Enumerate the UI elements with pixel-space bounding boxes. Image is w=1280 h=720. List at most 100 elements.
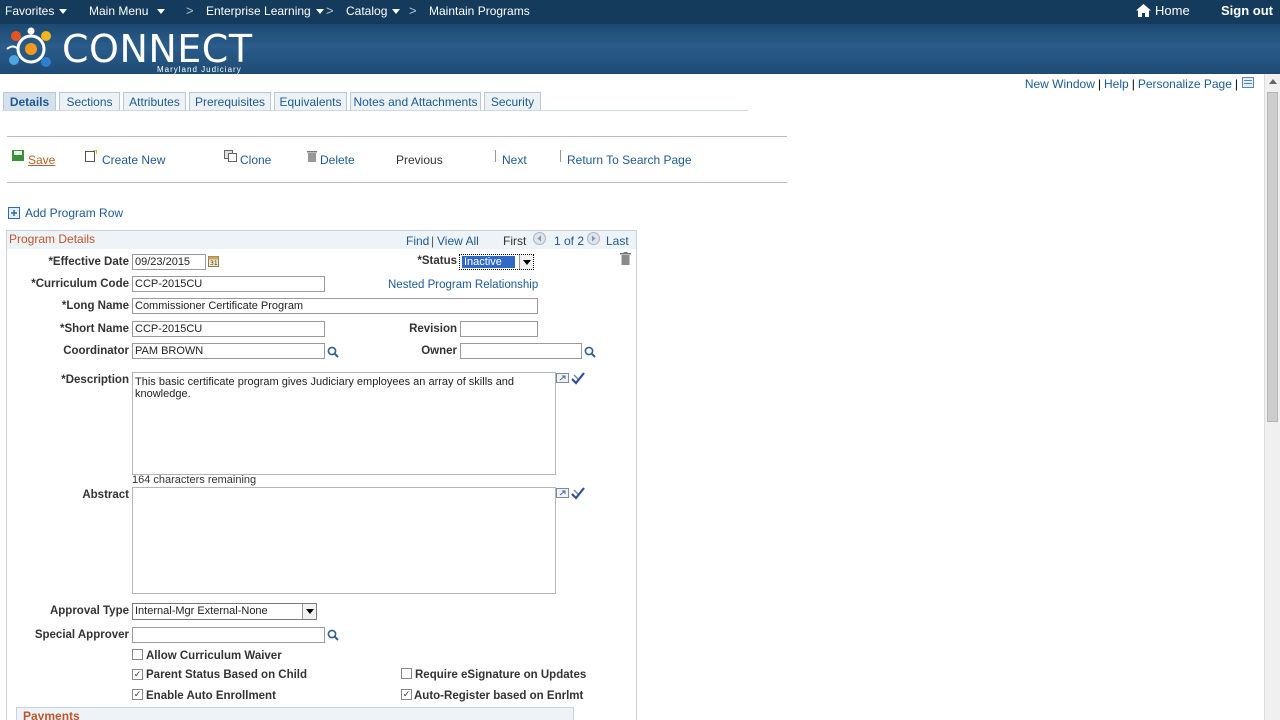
create-new-button[interactable]: Create New [85,150,166,167]
long-name-field[interactable]: Commissioner Certificate Program [132,298,538,314]
special-approver-lookup-icon[interactable] [327,629,339,641]
effective-date-label: *Effective Date [48,256,129,268]
chevron-down-icon [302,604,316,619]
characters-remaining-text: 164 characters remaining [132,474,257,486]
spell-check-icon[interactable] [571,487,585,500]
view-all-link[interactable]: View All [437,234,479,248]
parent-status-based-on-child-checkbox[interactable]: ✓ [132,669,143,680]
enterprise-learning-menu[interactable]: Enterprise Learning [206,4,324,18]
require-esignature-checkbox[interactable] [401,668,412,679]
tab-sections[interactable]: Sections [59,92,120,111]
header-links: New Window | Help | Personalize Page | [1022,77,1238,91]
chevron-down-icon [157,9,166,15]
tab-label: Security [490,95,535,109]
tab-security[interactable]: Security [484,92,541,111]
special-approver-field[interactable] [132,627,325,643]
page-layout-icon[interactable] [1242,77,1254,88]
coordinator-lookup-icon[interactable] [327,346,339,358]
first-link[interactable]: First [503,234,526,248]
favorites-menu[interactable]: Favorites [5,4,68,18]
tab-notes-and-attachments[interactable]: Notes and Attachments [350,92,481,111]
curriculum-code-field[interactable]: CCP-2015CU [132,276,325,292]
effective-date-field[interactable]: 09/23/2015 [132,254,206,270]
chevron-down-icon [519,255,533,269]
clone-button[interactable]: Clone [224,150,272,167]
short-name-label: *Short Name [59,323,129,335]
status-dropdown[interactable]: Inactive [459,254,534,270]
approval-type-value: Internal-Mgr External-None [135,605,268,617]
logo-subtitle: Maryland Judiciary [157,65,242,74]
auto-register-enrlmt-checkbox[interactable]: ✓ [401,689,412,700]
link-divider: | [1097,77,1101,91]
divider [7,182,787,183]
toolbar-divider [560,150,561,162]
add-program-row-label: Add Program Row [25,206,124,220]
owner-lookup-icon[interactable] [584,346,596,358]
svg-text:31: 31 [210,260,218,267]
long-name-label: *Long Name [61,300,129,312]
sign-out-link[interactable]: Sign out [1221,3,1273,18]
tab-attributes[interactable]: Attributes [123,92,186,111]
save-button[interactable]: Save [12,150,55,167]
next-row-icon[interactable] [587,232,600,245]
special-approver-label: Special Approver [34,629,129,641]
scroll-thumb[interactable] [1267,92,1278,422]
breadcrumb-maintain-programs[interactable]: Maintain Programs [429,4,530,18]
help-link[interactable]: Help [1104,77,1129,91]
home-link[interactable]: Home [1136,3,1190,18]
coordinator-label: Coordinator [63,345,129,357]
expand-textarea-icon[interactable] [556,488,570,499]
link-divider: | [1131,77,1135,91]
catalog-menu[interactable]: Catalog [346,4,401,18]
toolbar-divider [495,150,496,162]
payments-group: Payments [16,707,574,720]
calendar-icon[interactable]: 31 [208,255,219,267]
tab-divider [2,110,748,111]
clone-icon [224,150,237,162]
create-new-icon [85,150,97,162]
tab-equivalents[interactable]: Equivalents [274,92,347,111]
abstract-label: Abstract [82,489,129,501]
find-link[interactable]: Find [406,234,429,248]
delete-button[interactable]: Delete [307,150,355,167]
tab-prerequisites[interactable]: Prerequisites [189,92,271,111]
clone-label: Clone [240,153,272,167]
previous-button[interactable]: Previous [396,153,443,167]
allow-curriculum-waiver-label: Allow Curriculum Waiver [146,650,282,662]
delete-label: Delete [320,153,355,167]
new-window-link[interactable]: New Window [1025,77,1095,91]
main-menu[interactable]: Main Menu [89,4,166,18]
previous-row-icon[interactable] [533,232,546,245]
home-label: Home [1155,3,1190,18]
owner-field[interactable] [460,343,582,359]
chevron-down-icon [315,9,324,15]
link-divider: | [1234,77,1238,91]
abstract-textarea[interactable] [132,487,556,594]
allow-curriculum-waiver-checkbox[interactable] [132,649,143,660]
vertical-scrollbar[interactable] [1264,74,1280,720]
last-link[interactable]: Last [606,234,629,248]
personalize-page-link[interactable]: Personalize Page [1138,77,1232,91]
nested-program-relationship-link[interactable]: Nested Program Relationship [388,279,538,291]
revision-field[interactable] [460,321,538,337]
create-new-label: Create New [102,153,166,167]
add-program-row-button[interactable]: Add Program Row [8,206,123,220]
next-button[interactable]: Next [502,153,527,167]
tab-label: Equivalents [279,95,342,109]
tab-details[interactable]: Details [3,92,56,111]
connect-logo-icon [6,27,51,67]
delete-row-icon[interactable] [620,252,631,265]
spell-check-icon[interactable] [571,372,585,385]
favorites-label: Favorites [5,4,55,18]
enterprise-learning-label: Enterprise Learning [206,4,311,18]
parent-status-based-on-child-label: Parent Status Based on Child [146,669,308,681]
enable-auto-enrollment-checkbox[interactable]: ✓ [132,689,143,700]
return-to-search-button[interactable]: Return To Search Page [567,153,692,167]
short-name-field[interactable]: CCP-2015CU [132,321,325,337]
coordinator-field[interactable]: PAM BROWN [132,343,325,359]
tab-label: Attributes [129,95,180,109]
expand-textarea-icon[interactable] [556,373,570,384]
approval-type-dropdown[interactable]: Internal-Mgr External-None [132,603,317,620]
description-textarea[interactable]: This basic certificate program gives Jud… [132,372,556,475]
scroll-up-icon[interactable] [1269,79,1277,84]
